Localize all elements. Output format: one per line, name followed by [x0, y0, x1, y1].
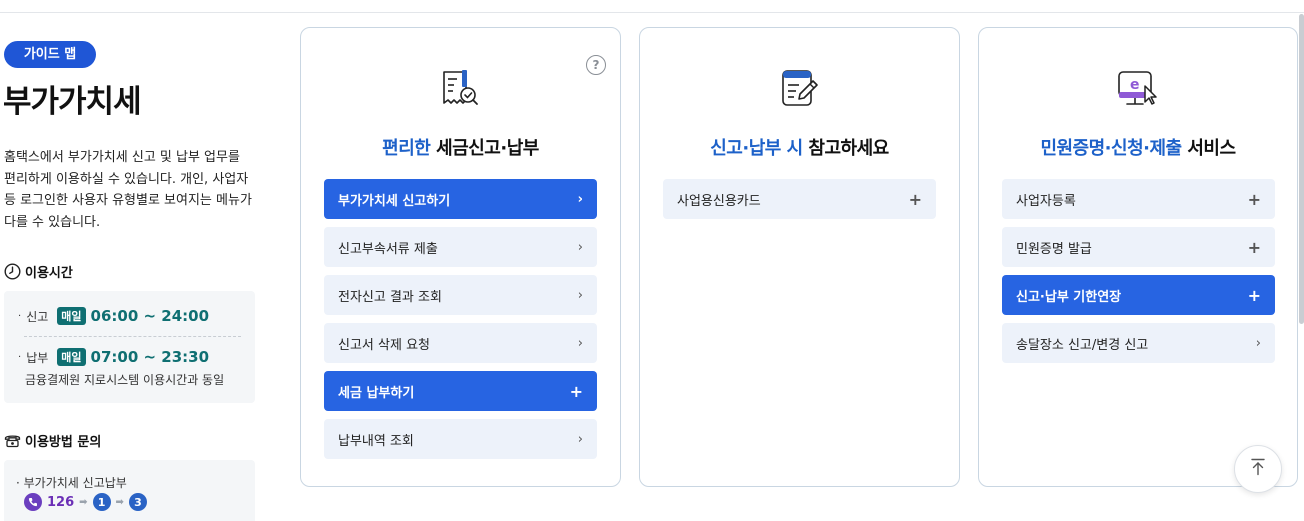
inquiry-phone-path: 126 ➡ 1 ➡ 3 [24, 493, 147, 511]
hours-title: 이용시간 [25, 266, 73, 281]
hours-row-time: 06:00 ~ 24:00 [90, 307, 210, 325]
chevron-right-icon: › [577, 191, 583, 207]
hours-divider [24, 336, 241, 337]
step-number: 1 [92, 493, 111, 511]
plus-icon: + [908, 189, 922, 209]
menu-item-e-report-result[interactable]: 전자신고 결과 조회 › [324, 275, 597, 315]
menu-item-attached-docs[interactable]: 신고부속서류 제출 › [324, 227, 597, 267]
note-pen-icon [777, 66, 823, 112]
hours-row-report: · 신고 매일 06:00 ~ 24:00 [18, 307, 210, 325]
chevron-right-icon: › [577, 431, 583, 447]
inquiry-title: 이용방법 문의 [25, 435, 102, 450]
hours-row-label: 신고 [26, 309, 49, 324]
card-title: 신고·납부 시 참고하세요 [710, 138, 889, 159]
card-civil-services: e 민원증명·신청·제출 서비스 사업자등록 + 민원증명 발급 + 신고·납부 기… [978, 27, 1298, 487]
guide-map-badge[interactable]: 가이드 맵 [4, 41, 96, 68]
card-tax-report-payment: ? 편리한 세금신고·납부 부가가치세 신고하기 › 신고부속서류 제출 › 전자신… [300, 27, 621, 487]
arrow-up-to-top-icon [1250, 458, 1266, 480]
menu-item-vat-report[interactable]: 부가가치세 신고하기 › [324, 179, 597, 219]
menu-item-business-credit-card[interactable]: 사업용신용카드 + [663, 179, 936, 219]
hours-row-payment: · 납부 매일 07:00 ~ 23:30 [18, 348, 210, 366]
menu-item-delivery-address[interactable]: 송달장소 신고/변경 신고 › [1002, 323, 1275, 363]
page-title: 부가가치세 [3, 84, 142, 120]
chevron-right-icon: › [577, 287, 583, 303]
card-title: 편리한 세금신고·납부 [382, 138, 539, 159]
daily-badge: 매일 [57, 348, 86, 366]
plus-icon: + [1247, 237, 1261, 257]
step-number: 3 [128, 493, 147, 511]
inquiry-box: · 부가가치세 신고납부 126 ➡ 1 ➡ 3 [4, 460, 255, 521]
chevron-right-icon: › [577, 239, 583, 255]
arrow-right-icon: ➡ [79, 496, 88, 508]
daily-badge: 매일 [57, 307, 86, 325]
menu-item-business-registration[interactable]: 사업자등록 + [1002, 179, 1275, 219]
plus-icon: + [1247, 285, 1261, 305]
clock-icon [4, 263, 21, 280]
chevron-right-icon: › [1255, 335, 1261, 351]
inquiry-label: · 부가가치세 신고납부 [16, 476, 127, 490]
inquiry-section-title: 이용방법 문의 [4, 431, 101, 450]
scroll-to-top-button[interactable] [1234, 445, 1282, 493]
plus-icon: + [569, 381, 583, 401]
hours-note: 금융결제원 지로시스템 이용시간과 동일 [25, 373, 225, 387]
tax-document-check-icon [438, 66, 484, 112]
chevron-right-icon: › [577, 335, 583, 351]
phone-call-icon [24, 493, 42, 511]
e-monitor-cursor-icon: e [1115, 66, 1161, 112]
menu-item-delete-request[interactable]: 신고서 삭제 요청 › [324, 323, 597, 363]
page-scrollbar[interactable] [1299, 14, 1304, 324]
card-title: 민원증명·신청·제출 서비스 [1040, 138, 1236, 159]
svg-text:e: e [1130, 77, 1140, 93]
arrow-right-icon: ➡ [115, 496, 124, 508]
menu-item-deadline-extension[interactable]: 신고·납부 기한연장 + [1002, 275, 1275, 315]
menu-item-certificate-issue[interactable]: 민원증명 발급 + [1002, 227, 1275, 267]
plus-icon: + [1247, 189, 1261, 209]
menu-item-pay-tax[interactable]: 세금 납부하기 + [324, 371, 597, 411]
phone-number: 126 [47, 494, 75, 510]
card-reference: 신고·납부 시 참고하세요 사업용신용카드 + [639, 27, 960, 487]
page-description: 홈택스에서 부가가치세 신고 및 납부 업무를 편리하게 이용하실 수 있습니다… [4, 150, 252, 230]
hours-row-label: 납부 [26, 350, 49, 365]
phone-icon [4, 432, 21, 449]
hours-section-title: 이용시간 [4, 262, 73, 281]
left-panel: 가이드 맵 부가가치세 홈택스에서 부가가치세 신고 및 납부 업무를 편리하게… [0, 0, 262, 521]
hours-row-time: 07:00 ~ 23:30 [90, 348, 210, 366]
menu-item-payment-history[interactable]: 납부내역 조회 › [324, 419, 597, 459]
help-icon[interactable]: ? [586, 55, 606, 75]
hours-box: · 신고 매일 06:00 ~ 24:00 · 납부 매일 07:00 ~ 23… [4, 291, 255, 403]
